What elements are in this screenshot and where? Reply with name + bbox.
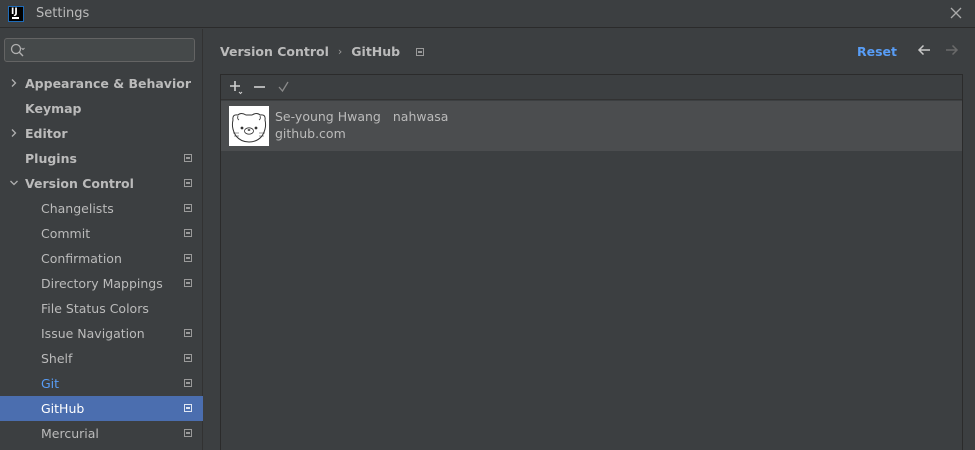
project-level-icon [184, 154, 192, 162]
back-arrow-icon[interactable] [917, 43, 931, 57]
chevron-right-icon[interactable] [9, 128, 19, 138]
forward-arrow-icon[interactable] [945, 43, 959, 57]
checkmark-icon [278, 81, 289, 93]
accounts-toolbar [221, 75, 962, 100]
breadcrumb-version-control[interactable]: Version Control [220, 44, 329, 59]
settings-sidebar: Appearance & Behavior Keymap Editor Plugins… [0, 29, 203, 450]
project-level-icon [184, 354, 192, 362]
sidebar-item-label: Git [41, 376, 60, 391]
reset-link[interactable]: Reset [857, 44, 897, 59]
chevron-right-icon[interactable] [9, 78, 19, 88]
sidebar-item-version-control[interactable]: Version Control [0, 171, 203, 196]
sidebar-item-label: Confirmation [41, 251, 122, 266]
window-title: Settings [36, 6, 90, 21]
sidebar-item-confirmation[interactable]: Confirmation [0, 246, 203, 271]
sidebar-item-label: Changelists [41, 201, 114, 216]
project-level-icon [184, 329, 192, 337]
project-level-icon [184, 229, 192, 237]
account-row[interactable]: Se-young Hwang nahwasa github.com [221, 101, 962, 151]
project-level-icon [416, 47, 425, 56]
title-bar: IJ Settings [0, 0, 975, 28]
remove-account-button[interactable] [248, 75, 272, 99]
plus-icon [230, 81, 243, 95]
search-icon [10, 43, 25, 57]
avatar [229, 106, 269, 146]
sidebar-item-changelists[interactable]: Changelists [0, 196, 203, 221]
chevron-down-icon[interactable] [9, 178, 19, 188]
sidebar-item-commit[interactable]: Commit [0, 221, 203, 246]
sidebar-item-label: Plugins [25, 151, 77, 166]
sidebar-item-editor[interactable]: Editor [0, 121, 203, 146]
project-level-icon [184, 254, 192, 262]
sidebar-item-issue-navigation[interactable]: Issue Navigation [0, 321, 203, 346]
breadcrumb: Version Control › GitHub [220, 44, 425, 59]
add-account-button[interactable] [224, 75, 248, 99]
sidebar-item-git[interactable]: Git [0, 371, 203, 396]
sidebar-item-mercurial[interactable]: Mercurial [0, 421, 203, 446]
sidebar-item-plugins[interactable]: Plugins [0, 146, 203, 171]
project-level-icon [184, 179, 192, 187]
sidebar-item-directory-mappings[interactable]: Directory Mappings [0, 271, 203, 296]
project-level-icon [184, 204, 192, 212]
accounts-list: Se-young Hwang nahwasa github.com [221, 101, 962, 450]
sidebar-item-file-status-colors[interactable]: File Status Colors [0, 296, 203, 321]
sidebar-item-label: Version Control [25, 176, 134, 191]
sidebar-item-label: GitHub [41, 401, 85, 416]
project-level-icon [184, 429, 192, 437]
breadcrumb-github: GitHub [351, 44, 401, 59]
set-default-button[interactable] [272, 75, 296, 99]
sidebar-item-label: Shelf [41, 351, 73, 366]
project-level-icon [184, 379, 192, 387]
project-level-icon [184, 279, 192, 287]
account-server: github.com [275, 126, 346, 141]
sidebar-item-label: File Status Colors [41, 301, 149, 316]
minus-icon [254, 86, 265, 88]
account-name: Se-young Hwang nahwasa [275, 109, 449, 124]
app-logo-icon: IJ [8, 5, 24, 22]
sidebar-item-label: Appearance & Behavior [25, 76, 191, 91]
sidebar-item-label: Mercurial [41, 426, 99, 441]
search-input[interactable] [29, 41, 189, 59]
sidebar-item-label: Commit [41, 226, 91, 241]
account-login: nahwasa [392, 109, 449, 124]
sidebar-item-shelf[interactable]: Shelf [0, 346, 203, 371]
search-field[interactable] [4, 38, 195, 62]
project-level-icon [184, 404, 192, 412]
app-logo-letters: IJ [11, 6, 18, 17]
main-panel: Version Control › GitHub Reset Se-young … [204, 29, 975, 450]
settings-tree: Appearance & Behavior Keymap Editor Plugins… [0, 71, 203, 446]
accounts-panel: Se-young Hwang nahwasa github.com [220, 74, 963, 450]
sidebar-item-github[interactable]: GitHub [0, 396, 203, 421]
sidebar-item-keymap[interactable]: Keymap [0, 96, 203, 121]
sidebar-item-label: Keymap [25, 101, 82, 116]
sidebar-item-label: Directory Mappings [41, 276, 163, 291]
sidebar-item-appearance-behavior[interactable]: Appearance & Behavior [0, 71, 203, 96]
breadcrumb-separator-icon: › [337, 45, 343, 58]
close-icon[interactable] [949, 6, 963, 20]
sidebar-item-label: Editor [25, 126, 68, 141]
sidebar-item-label: Issue Navigation [41, 326, 145, 341]
